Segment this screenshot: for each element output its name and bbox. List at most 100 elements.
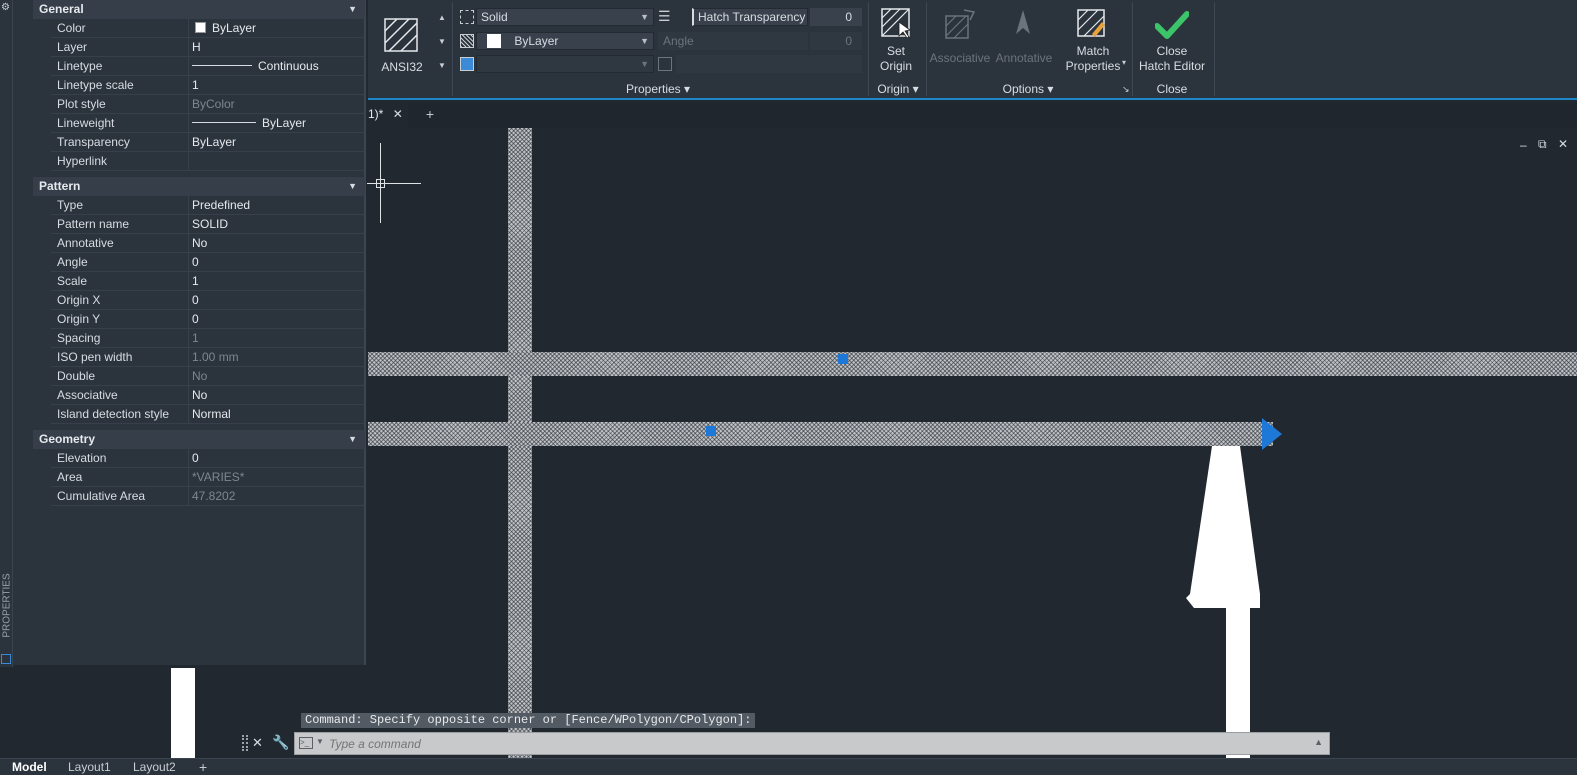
options-panel-title[interactable]: Options ▾ <box>968 82 1088 96</box>
background-color-combo[interactable]: ▼ <box>476 55 654 73</box>
command-input-box[interactable]: >_ ▼ ▲ <box>294 732 1330 755</box>
property-row[interactable]: Associative No <box>51 386 365 405</box>
property-row[interactable]: Lineweight ByLayer <box>51 114 365 133</box>
property-value[interactable]: No <box>188 367 365 386</box>
new-tab-icon[interactable]: + <box>422 106 438 122</box>
expand-history-icon[interactable]: ▲ <box>1314 737 1323 747</box>
set-origin-button[interactable]: Set Origin <box>874 6 918 76</box>
associative-button[interactable]: Associative <box>930 6 990 76</box>
command-input[interactable] <box>329 736 1289 752</box>
property-value[interactable]: 47.8202 <box>188 487 365 506</box>
property-row[interactable]: Scale 1 <box>51 272 365 291</box>
property-row[interactable]: Area *VARIES* <box>51 468 365 487</box>
close-icon[interactable]: ✕ <box>252 735 263 751</box>
property-value[interactable]: Predefined <box>188 196 365 215</box>
property-row[interactable]: Color ByLayer <box>51 19 365 38</box>
section-header-general[interactable]: General ▼ <box>33 0 365 19</box>
property-row[interactable]: Island detection style Normal <box>51 405 365 424</box>
tab-model[interactable]: Model <box>6 759 53 775</box>
property-row[interactable]: Origin X 0 <box>51 291 365 310</box>
property-value[interactable]: ByLayer <box>188 133 365 152</box>
add-layout-icon[interactable]: + <box>193 759 213 775</box>
property-value[interactable]: 1.00 mm <box>188 348 365 367</box>
collapse-icon[interactable]: ▼ <box>348 430 357 449</box>
property-value[interactable]: Normal <box>188 405 365 424</box>
origin-panel-title[interactable]: Origin ▾ <box>870 82 926 96</box>
minimize-icon[interactable]: – <box>1520 138 1527 152</box>
property-row[interactable]: Cumulative Area 47.8202 <box>51 487 365 506</box>
options-dialog-launcher-icon[interactable]: ↘ <box>1122 84 1130 95</box>
property-row[interactable]: Linetype scale 1 <box>51 76 365 95</box>
wrench-icon[interactable]: 🔧 <box>272 734 289 751</box>
angle-value[interactable]: 0 <box>810 32 862 50</box>
hatch-color-combo[interactable]: ByLayer ▼ <box>476 32 654 50</box>
angle-field[interactable]: Angle <box>658 32 808 50</box>
property-value[interactable]: ByLayer <box>188 19 365 38</box>
transparency-field[interactable]: Hatch Transparency <box>692 8 808 26</box>
white-bar-shape[interactable] <box>171 668 195 758</box>
property-row[interactable]: Layer H <box>51 38 365 57</box>
property-value[interactable]: *VARIES* <box>188 468 365 487</box>
property-row[interactable]: Transparency ByLayer <box>51 133 365 152</box>
gallery-up-icon[interactable]: ▲ <box>434 6 450 30</box>
tab-layout1[interactable]: Layout1 <box>62 759 117 775</box>
property-value[interactable]: 0 <box>188 291 365 310</box>
pattern-gallery[interactable]: ANSI32 <box>374 8 432 78</box>
property-value[interactable]: ByColor <box>188 95 365 114</box>
property-row[interactable]: Origin Y 0 <box>51 310 365 329</box>
property-row[interactable]: Linetype Continuous <box>51 57 365 76</box>
transparency-value[interactable]: 0 <box>810 8 862 26</box>
match-properties-button[interactable]: Match Properties ▾ <box>1060 6 1126 76</box>
property-value[interactable]: H <box>188 38 365 57</box>
collapse-icon[interactable]: ▼ <box>348 177 357 196</box>
scale-field[interactable] <box>676 55 862 73</box>
property-value[interactable]: Continuous <box>188 57 365 76</box>
annotative-button[interactable]: Annotative <box>994 6 1054 76</box>
close-tab-icon[interactable]: ✕ <box>393 107 403 121</box>
property-value[interactable]: No <box>188 386 365 405</box>
property-value[interactable]: 0 <box>188 310 365 329</box>
gallery-scroll[interactable]: ▲ ▼ ▼ <box>434 6 450 78</box>
property-value[interactable]: 0 <box>188 253 365 272</box>
property-row[interactable]: Annotative No <box>51 234 365 253</box>
restore-icon[interactable]: ⧉ <box>1538 137 1547 152</box>
collapse-icon[interactable]: ▼ <box>348 0 357 19</box>
section-header-pattern[interactable]: Pattern ▼ <box>33 177 365 196</box>
section-header-geometry[interactable]: Geometry ▼ <box>33 430 365 449</box>
hatch-grip-lower-mid[interactable] <box>706 426 716 436</box>
property-row[interactable]: Plot style ByColor <box>51 95 365 114</box>
document-tab[interactable]: 1)* ✕ <box>368 102 408 128</box>
properties-panel-title[interactable]: Properties ▾ <box>598 82 718 96</box>
hatch-horizontal-strip-lower[interactable] <box>368 422 1273 446</box>
property-value[interactable]: SOLID <box>188 215 365 234</box>
close-hatch-editor-button[interactable]: Close Hatch Editor <box>1136 6 1208 76</box>
property-row[interactable]: Spacing 1 <box>51 329 365 348</box>
property-row[interactable]: Angle 0 <box>51 253 365 272</box>
property-value[interactable]: 0 <box>188 449 365 468</box>
hatch-horizontal-strip-upper[interactable] <box>368 352 1577 376</box>
property-row[interactable]: Type Predefined <box>51 196 365 215</box>
palette-title-strip[interactable]: ⚙ PROPERTIES <box>0 0 13 667</box>
hatch-grip-upper[interactable] <box>838 354 848 364</box>
command-grip-icon[interactable] <box>242 735 248 751</box>
tab-layout2[interactable]: Layout2 <box>127 759 182 775</box>
close-icon[interactable]: ✕ <box>1558 137 1568 151</box>
property-row[interactable]: Pattern name SOLID <box>51 215 365 234</box>
property-value[interactable]: 1 <box>188 272 365 291</box>
property-value[interactable]: 1 <box>188 76 365 95</box>
property-row[interactable]: Double No <box>51 367 365 386</box>
gallery-expand-icon[interactable]: ▼ <box>434 54 450 78</box>
property-row[interactable]: Hyperlink <box>51 152 365 171</box>
palette-toggle-icon[interactable] <box>1 654 11 664</box>
white-tapered-shape[interactable] <box>1180 446 1270 758</box>
property-row[interactable]: ISO pen width 1.00 mm <box>51 348 365 367</box>
command-prompt-icon[interactable]: >_ <box>299 737 313 749</box>
property-value[interactable] <box>188 152 365 171</box>
property-value[interactable]: No <box>188 234 365 253</box>
property-row[interactable]: Elevation 0 <box>51 449 365 468</box>
hatch-type-combo[interactable]: Solid ▼ <box>476 8 654 26</box>
property-value[interactable]: 1 <box>188 329 365 348</box>
palette-settings-icon[interactable]: ⚙ <box>1 2 10 13</box>
property-value[interactable]: ByLayer <box>188 114 365 133</box>
chevron-down-icon[interactable]: ▼ <box>316 737 324 746</box>
